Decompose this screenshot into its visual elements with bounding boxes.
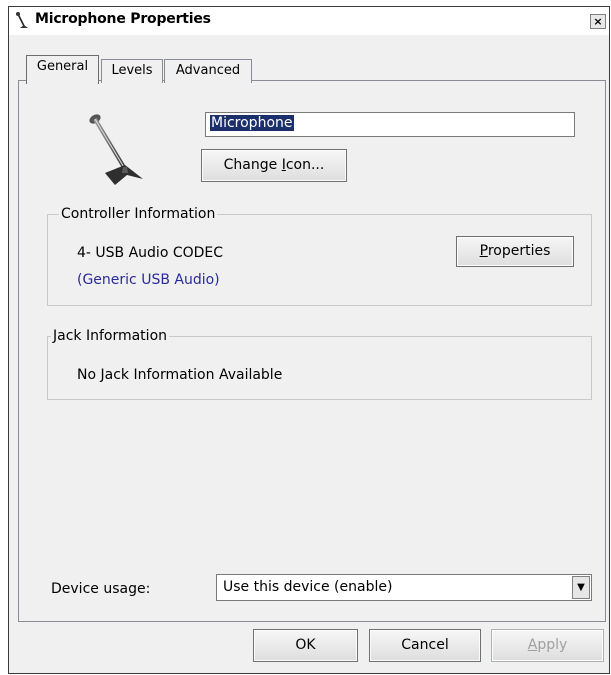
cancel-button[interactable]: Cancel (369, 629, 481, 662)
tab-levels[interactable]: Levels (101, 59, 163, 83)
chevron-down-icon[interactable]: ▼ (572, 576, 590, 599)
jack-info-message: No Jack Information Available (77, 367, 283, 383)
change-icon-button[interactable]: Change Icon... (201, 149, 347, 182)
window-title: Microphone Properties (35, 11, 211, 27)
microphone-icon (89, 114, 143, 185)
tab-advanced[interactable]: Advanced (164, 59, 252, 83)
controller-type: (Generic USB Audio) (77, 272, 220, 288)
ok-button[interactable]: OK (253, 629, 358, 662)
tab-general[interactable]: General (26, 55, 99, 84)
properties-button[interactable]: Properties (456, 236, 574, 267)
device-usage-label: Device usage: (51, 581, 151, 597)
device-name-input[interactable]: Microphone (205, 112, 575, 137)
device-usage-value: Use this device (enable) (223, 579, 393, 595)
controller-name: 4- USB Audio CODEC (77, 245, 224, 261)
close-button[interactable]: × (590, 14, 606, 29)
jack-info-title: Jack Information (51, 328, 170, 344)
controller-info-title: Controller Information (59, 206, 218, 222)
title-bar[interactable]: Microphone Properties × (9, 7, 609, 35)
properties-dialog: Microphone Properties × General Levels A… (8, 6, 610, 674)
microphone-icon (16, 12, 28, 28)
apply-button[interactable]: Apply (491, 629, 604, 662)
device-name-value: Microphone (210, 115, 294, 131)
device-usage-select[interactable]: Use this device (enable) ▼ (216, 574, 592, 601)
